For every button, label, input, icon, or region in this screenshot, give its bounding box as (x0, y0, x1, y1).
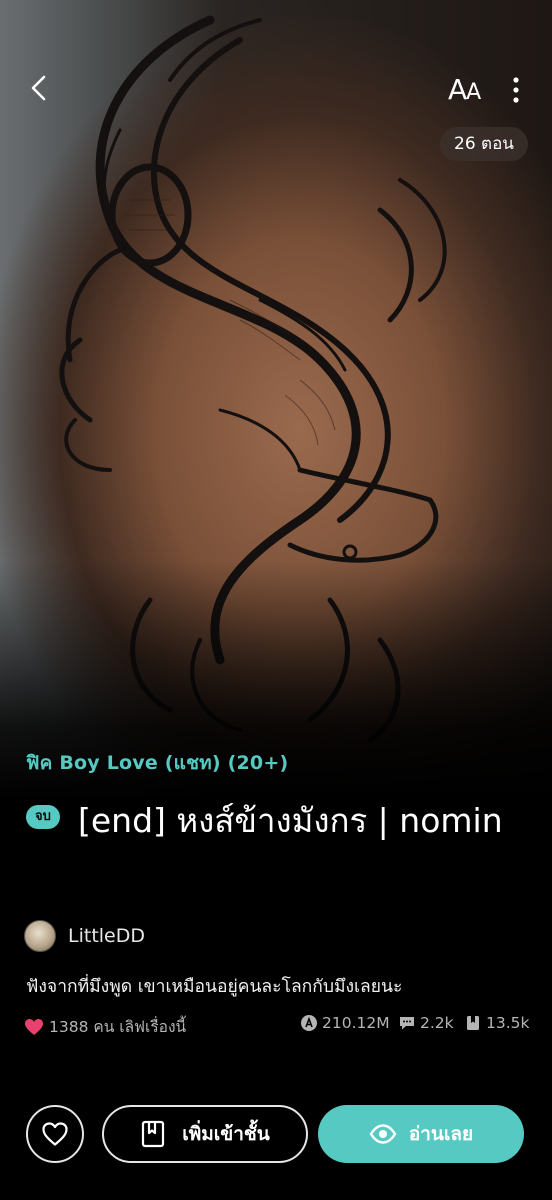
cover-image (0, 0, 552, 800)
font-size-button[interactable]: AA (448, 70, 481, 110)
heart-outline-icon (42, 1122, 68, 1146)
story-synopsis: ฟังจากที่มึงพูด เขาเหมือนอยู่คนละโลกกับม… (26, 977, 403, 997)
book-icon (467, 1016, 479, 1030)
author-name: LittleDD (68, 925, 145, 947)
chapters-stat: 13.5k (464, 1014, 530, 1032)
read-now-button[interactable]: อ่านเลย (318, 1105, 524, 1163)
views-icon (301, 1015, 317, 1031)
author-link[interactable]: LittleDD (24, 920, 145, 952)
likes-count: 1388 คน เลิฟเรื่องนี้ (49, 1018, 187, 1036)
action-bar: เพิ่มเข้าชั้น อ่านเลย (0, 1100, 552, 1170)
chapters-count: 13.5k (486, 1014, 530, 1032)
more-options-button[interactable] (506, 72, 526, 108)
comments-stat: 2.2k (398, 1014, 454, 1032)
episodes-count-badge: 26 ตอน (440, 127, 528, 161)
add-to-library-label: เพิ่มเข้าชั้น (182, 1123, 270, 1145)
add-to-library-button[interactable]: เพิ่มเข้าชั้น (102, 1105, 308, 1163)
views-count: 210.12M (322, 1014, 390, 1032)
love-button[interactable] (26, 1105, 84, 1163)
more-vertical-icon (513, 77, 519, 103)
views-stat: 210.12M (300, 1014, 390, 1032)
font-size-icon: AA (448, 73, 481, 106)
eye-icon (369, 1124, 397, 1144)
back-button[interactable] (22, 70, 58, 106)
bookmark-book-icon (142, 1120, 165, 1148)
heart-icon (25, 1018, 43, 1035)
story-stats: 1388 คน เลิฟเรื่องนี้ 210.12M 2.2k 13.5k (24, 1014, 530, 1038)
read-now-label: อ่านเลย (408, 1123, 474, 1145)
comment-icon (400, 1017, 414, 1030)
story-title: [end] หงส์ข้างมังกร | nomin (78, 801, 503, 840)
likes-stat: 1388 คน เลิฟเรื่องนี้ (24, 1014, 186, 1039)
story-genre[interactable]: ฟิค Boy Love (แชท) (20+) (26, 748, 288, 778)
chevron-left-icon (31, 75, 46, 101)
comments-count: 2.2k (420, 1014, 454, 1032)
avatar (24, 920, 56, 952)
status-badge: จบ (26, 805, 60, 829)
